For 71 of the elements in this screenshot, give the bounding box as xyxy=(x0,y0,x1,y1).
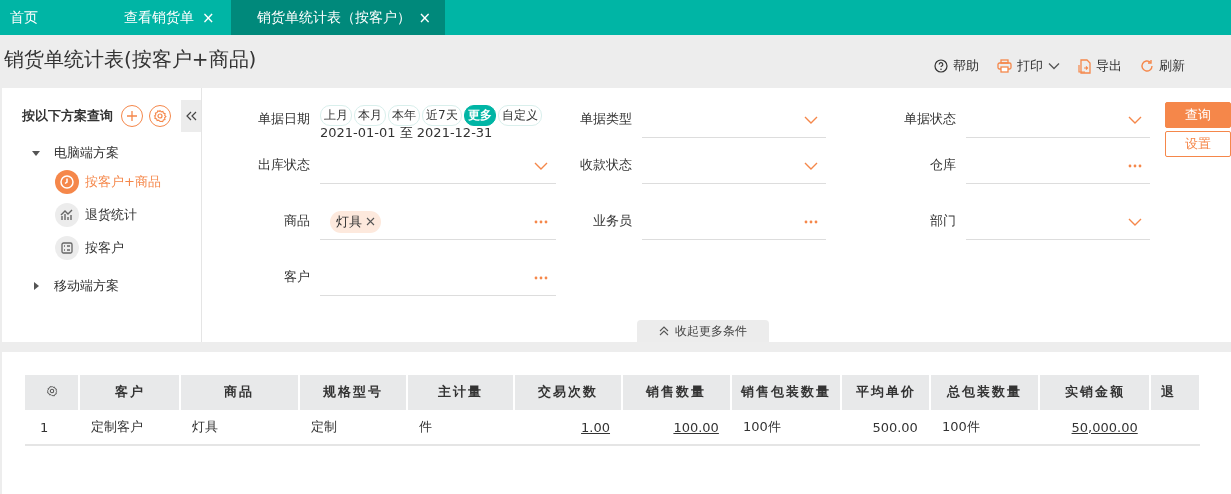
tree-group[interactable]: 电脑端方案 xyxy=(2,132,201,166)
double-chevron-left-icon xyxy=(185,111,197,121)
chevron-up-icon xyxy=(659,326,669,336)
collapsed-icon[interactable] xyxy=(32,282,40,290)
toolbar-button[interactable]: 打印 xyxy=(997,57,1060,75)
filter-label: 商品 xyxy=(283,212,310,230)
filter-label: 单据类型 xyxy=(579,110,632,128)
filter-label: 客户 xyxy=(283,268,310,286)
help-icon xyxy=(934,59,948,73)
more-icon[interactable] xyxy=(534,219,548,224)
table-cell: 件 xyxy=(419,419,433,434)
table-cell: 500.00 xyxy=(872,419,918,435)
chevron-down-icon[interactable] xyxy=(804,115,818,124)
more-icon[interactable] xyxy=(534,275,548,280)
tree-item[interactable]: 退货统计 xyxy=(2,199,201,232)
chevron-down-icon[interactable] xyxy=(1128,115,1142,124)
list-icon xyxy=(55,236,79,260)
table-link[interactable]: 50,000.00 xyxy=(1071,419,1138,435)
more-icon[interactable] xyxy=(804,219,818,224)
timer-icon xyxy=(55,170,79,194)
tag-chip: 灯具 xyxy=(330,210,381,233)
collapse-sidebar-button[interactable] xyxy=(181,100,201,132)
tree-item[interactable]: 按客户 xyxy=(2,232,201,265)
filter-label: 收款状态 xyxy=(579,156,632,174)
row-number: 1 xyxy=(40,419,49,435)
add-icon[interactable] xyxy=(121,105,143,127)
filter-label: 仓库 xyxy=(929,156,956,174)
close-icon[interactable]: × xyxy=(418,8,432,27)
filter-label: 部门 xyxy=(929,212,956,230)
page-title: 销货单统计表(按客户+商品) xyxy=(3,46,257,73)
date-range: 2021-01-01 至 2021-12-31 xyxy=(320,126,494,140)
table-cell: 灯具 xyxy=(191,419,218,434)
filter-label: 出库状态 xyxy=(257,156,310,174)
chevron-down-icon[interactable] xyxy=(804,161,818,170)
table-cell: 100件 xyxy=(742,419,781,434)
toolbar-button[interactable]: 导出 xyxy=(1078,57,1122,75)
sidebar-title: 按以下方案查询 xyxy=(22,107,113,125)
table-link[interactable]: 1.00 xyxy=(581,419,610,435)
filter-label: 业务员 xyxy=(592,212,632,230)
date-chip[interactable]: 近7天 xyxy=(422,105,462,126)
filter-label: 单据状态 xyxy=(903,110,956,128)
export-icon xyxy=(1078,58,1091,74)
chart-icon xyxy=(55,203,79,227)
toolbar-button[interactable]: 帮助 xyxy=(934,57,979,75)
table-cell: 定制客户 xyxy=(91,419,144,434)
more-icon[interactable] xyxy=(1128,163,1142,168)
filter-label: 单据日期 xyxy=(257,110,310,128)
picker-field[interactable]: 灯具 xyxy=(320,204,556,240)
date-chip[interactable]: 本年 xyxy=(388,105,420,126)
date-chip[interactable]: 本月 xyxy=(354,105,386,126)
settings-icon[interactable] xyxy=(45,385,58,397)
date-chip[interactable]: 上月 xyxy=(320,105,352,126)
printer-icon xyxy=(997,59,1012,73)
refresh-icon xyxy=(1140,59,1154,73)
column-header[interactable]: 退 xyxy=(1160,384,1176,399)
column-header[interactable]: 主计量 xyxy=(438,384,484,399)
chevron-down-icon[interactable] xyxy=(534,161,548,170)
table-link[interactable]: 100.00 xyxy=(673,419,719,435)
column-header[interactable]: 商品 xyxy=(224,384,255,399)
chevron-down-icon[interactable] xyxy=(1128,217,1142,226)
toolbar-button[interactable]: 刷新 xyxy=(1140,57,1185,75)
table-cell: 100件 xyxy=(941,419,980,434)
remove-icon[interactable] xyxy=(366,217,375,226)
expanded-icon[interactable] xyxy=(32,149,40,157)
tree-group[interactable]: 移动端方案 xyxy=(2,265,201,299)
date-chip[interactable]: 自定义 xyxy=(497,105,542,126)
table-cell: 定制 xyxy=(311,419,338,434)
column-header[interactable]: 客户 xyxy=(114,384,145,399)
tab[interactable]: 销货单统计表（按客户） × xyxy=(230,0,446,35)
collapse-conditions-button[interactable]: 收起更多条件 xyxy=(637,320,769,342)
settings-icon[interactable] xyxy=(149,105,171,127)
